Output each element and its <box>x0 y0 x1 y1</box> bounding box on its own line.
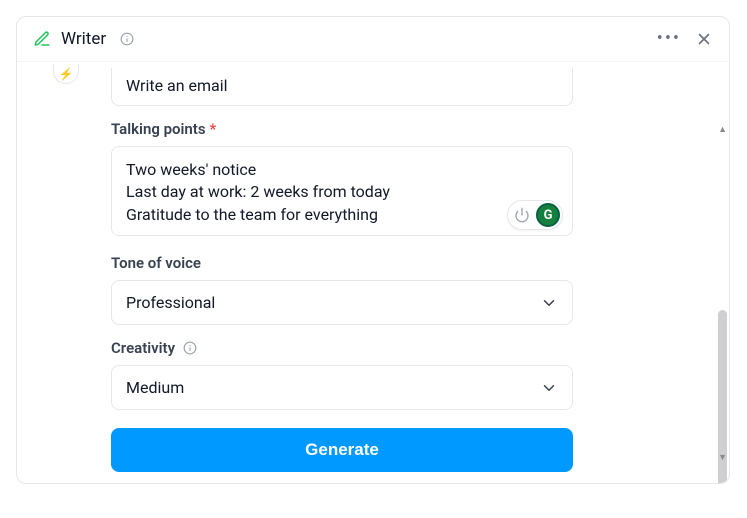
info-icon[interactable] <box>116 32 134 46</box>
chevron-down-icon <box>540 294 558 312</box>
creativity-select[interactable]: Medium <box>111 365 573 410</box>
header-right: ••• <box>657 30 713 48</box>
info-icon[interactable] <box>179 341 197 355</box>
talking-points-label: Talking points * <box>111 120 573 138</box>
panel-title: Writer <box>61 29 106 49</box>
panel-header: Writer ••• <box>17 17 729 62</box>
more-icon[interactable]: ••• <box>657 30 681 48</box>
lightning-icon: ⚡ <box>59 67 74 81</box>
scroll-down-arrow[interactable]: ▼ <box>718 452 727 463</box>
scroll-up-arrow[interactable]: ▲ <box>718 124 727 135</box>
creativity-label: Creativity <box>111 339 573 357</box>
required-asterisk: * <box>210 120 217 138</box>
right-gutter <box>573 62 713 483</box>
talking-points-wrap: G <box>111 146 573 240</box>
panel-body: ⚡ Write an email Talking points * <box>17 62 729 483</box>
writer-panel: Writer ••• ⚡ Write an email <box>16 16 730 484</box>
creativity-value: Medium <box>126 378 184 397</box>
talking-points-input[interactable] <box>111 146 573 236</box>
chevron-down-icon <box>540 379 558 397</box>
talking-points-section: Talking points * G <box>111 120 573 240</box>
gutter-badge[interactable]: ⚡ <box>53 64 79 84</box>
tone-value: Professional <box>126 293 215 312</box>
writer-form: Write an email Talking points * <box>95 62 573 483</box>
talking-points-label-text: Talking points <box>111 120 206 138</box>
pencil-icon <box>33 30 51 48</box>
close-icon[interactable] <box>695 30 713 48</box>
tone-section: Tone of voice Professional <box>111 254 573 325</box>
tone-label: Tone of voice <box>111 254 573 272</box>
creativity-label-text: Creativity <box>111 339 175 357</box>
header-left: Writer <box>33 29 134 49</box>
write-type-field[interactable]: Write an email <box>111 68 573 106</box>
grammarly-icon[interactable]: G <box>536 203 560 227</box>
power-icon[interactable] <box>510 203 534 227</box>
creativity-section: Creativity Medium <box>111 339 573 410</box>
left-gutter: ⚡ <box>17 62 95 483</box>
tone-select[interactable]: Professional <box>111 280 573 325</box>
grammarly-widget[interactable]: G <box>507 200 563 230</box>
generate-button[interactable]: Generate <box>111 428 573 472</box>
write-type-section: Write an email <box>111 68 573 106</box>
